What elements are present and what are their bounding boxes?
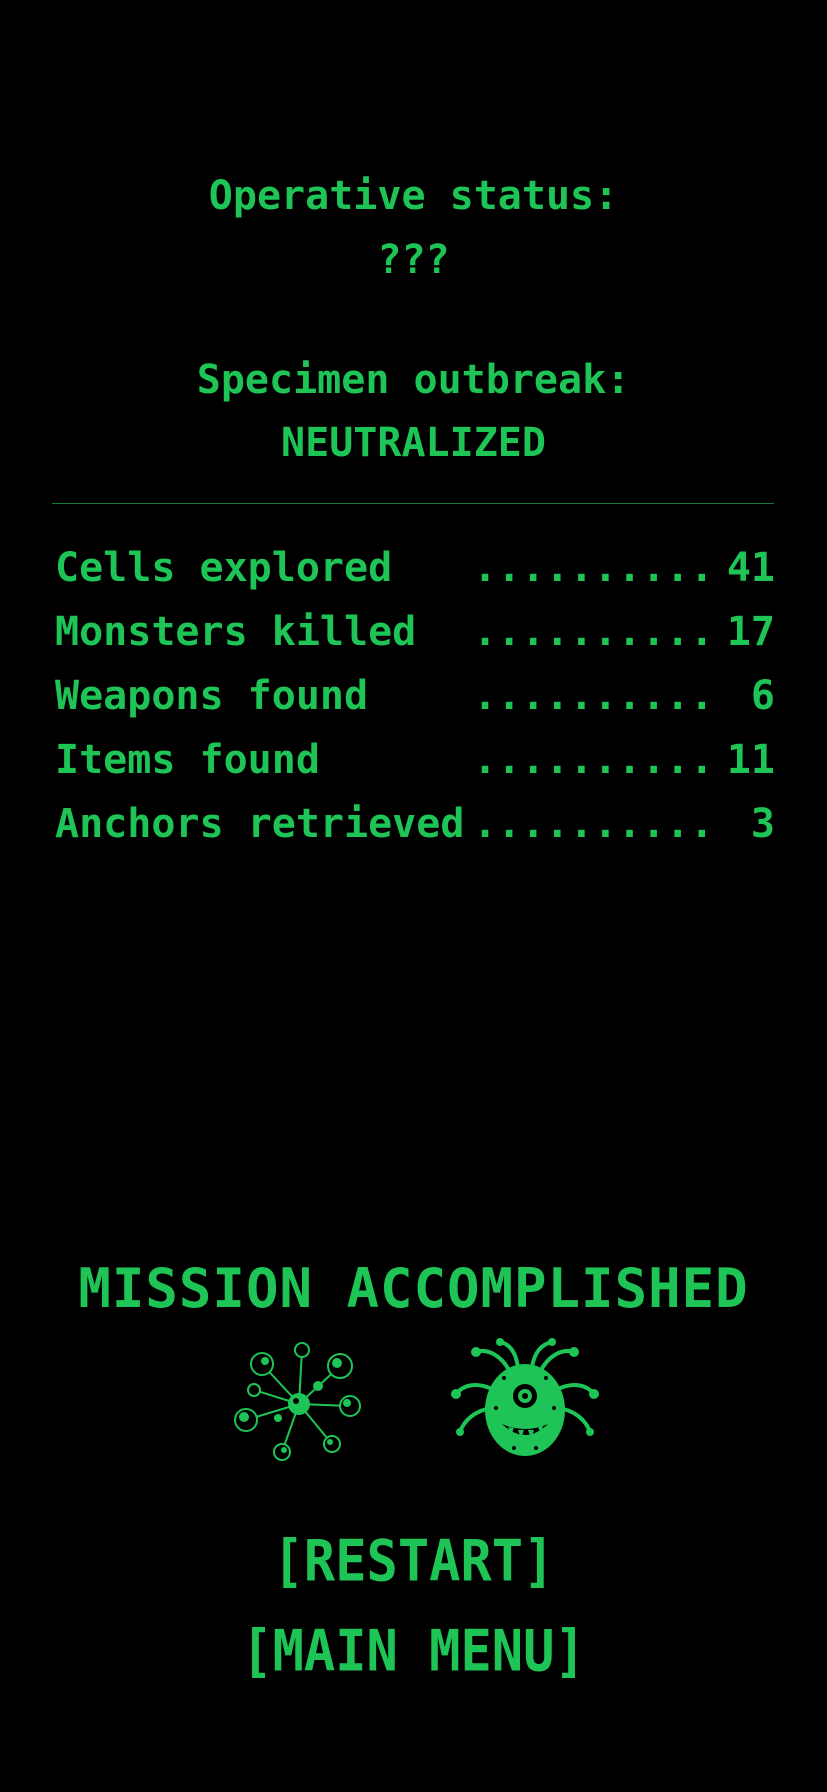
stat-dots: .......... — [473, 673, 714, 719]
stat-label: Weapons found — [55, 673, 369, 719]
stats-list: Cells explored .......... 41 Monsters ki… — [55, 548, 775, 868]
stat-dots: .......... — [473, 609, 714, 655]
tentacled-eye-beast-icon — [451, 1338, 599, 1456]
stat-value: 3 — [750, 801, 775, 847]
divider — [52, 503, 774, 504]
stat-label: Items found — [55, 737, 320, 783]
main-menu-button[interactable]: [MAIN MENU] — [0, 1623, 827, 1680]
stat-value: 17 — [726, 609, 775, 655]
stat-dots: .......... — [473, 545, 714, 591]
stat-dots: .......... — [473, 737, 714, 783]
specimen-outbreak-label: Specimen outbreak: — [196, 357, 631, 403]
stat-value: 6 — [750, 673, 775, 719]
restart-button[interactable]: [RESTART] — [0, 1533, 827, 1590]
stat-value: 11 — [726, 737, 775, 783]
stat-label: Monsters killed — [55, 609, 417, 655]
stat-value: 41 — [726, 545, 775, 591]
stat-row-monsters-killed: Monsters killed .......... 17 — [55, 612, 775, 676]
mission-title: MISSION ACCOMPLISHED — [78, 1257, 749, 1320]
specimen-outbreak-value: NEUTRALIZED — [281, 420, 546, 466]
stat-row-weapons-found: Weapons found .......... 6 — [55, 676, 775, 740]
stat-row-cells-explored: Cells explored .......... 41 — [55, 548, 775, 612]
stat-label: Cells explored — [55, 545, 393, 591]
stat-row-items-found: Items found .......... 11 — [55, 740, 775, 804]
operative-status-label: Operative status: — [208, 173, 619, 219]
spore-cluster-creature-icon — [234, 1342, 361, 1461]
stat-dots: .......... — [473, 801, 714, 847]
operative-status-value: ??? — [377, 237, 450, 283]
stat-row-anchors-retrieved: Anchors retrieved .......... 3 — [55, 804, 775, 868]
stat-label: Anchors retrieved — [55, 801, 465, 847]
